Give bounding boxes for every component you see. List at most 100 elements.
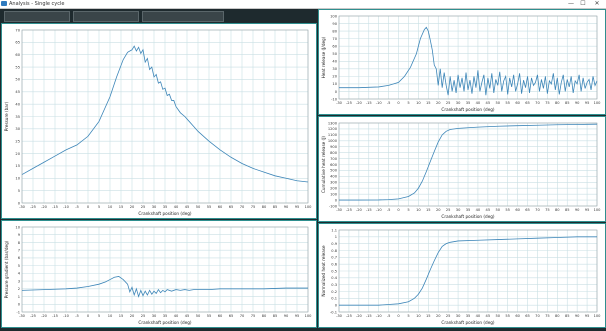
y-tick-label: 800 — [330, 151, 338, 155]
pressure-gradient-chart: -30 -25 -20 -15 -10 -5 0 5 10 15 20 25 30 35 40 45 50 55 6… — [4, 225, 312, 325]
x-tick-label: 5 — [407, 208, 409, 212]
x-tick-label: 100 — [305, 205, 313, 209]
x-tick-label: 45 — [486, 101, 491, 105]
x-tick-label: 65 — [229, 205, 234, 209]
x-tick-label: 90 — [575, 314, 580, 318]
x-tick-label: 55 — [207, 314, 212, 318]
x-tick-label: 50 — [196, 314, 201, 318]
normalized-heat-chart-panel: -30 -25 -20 -15 -10 -5 0 5 10 15 20 25 30 35 40 45 50 55 6… — [318, 223, 606, 328]
x-tick-label: 55 — [207, 205, 212, 209]
x-tick-label: 70 — [240, 205, 245, 209]
y-tick-label: 0.9 — [331, 242, 337, 246]
x-tick-label: 65 — [525, 314, 530, 318]
maximize-button[interactable]: ☐ — [578, 0, 588, 8]
pressure-gradient-chart-panel: -30 -25 -20 -15 -10 -5 0 5 10 15 20 25 30 35 40 45 50 55 6… — [1, 220, 317, 328]
pressure-chart-panel: -30 -25 -20 -15 -10 -5 0 5 10 15 20 25 30 35 40 45 50 55 6… — [1, 23, 317, 219]
normalized-heat-chart: -30 -25 -20 -15 -10 -5 0 5 10 15 20 25 30 35 40 45 50 55 6… — [321, 228, 601, 325]
x-tick-label: 75 — [251, 205, 256, 209]
x-tick-label: -5 — [75, 314, 79, 318]
x-tick-label: 45 — [486, 208, 491, 212]
x-tick-label: -15 — [52, 314, 58, 318]
y-tick-label: 0.3 — [331, 283, 337, 287]
y-axis-label: Heat release (J/deg) — [321, 36, 326, 78]
y-tick-label: 500 — [330, 169, 338, 173]
x-tick-label: -20 — [356, 101, 363, 105]
y-tick-label: 0.7 — [331, 256, 337, 260]
x-tick-label: 40 — [476, 314, 481, 318]
y-tick-label: 0.6 — [331, 262, 337, 266]
x-tick-label: 50 — [196, 205, 201, 209]
x-tick-label: 35 — [163, 314, 168, 318]
y-tick-label: 700 — [330, 157, 338, 161]
x-tick-label: 75 — [545, 101, 550, 105]
x-tick-label: -20 — [356, 314, 363, 318]
x-tick-label: 35 — [466, 101, 471, 105]
y-tick-label: 1000 — [328, 139, 338, 143]
x-tick-label: 45 — [185, 205, 190, 209]
x-tick-label: 15 — [426, 208, 431, 212]
x-tick-label: 95 — [295, 314, 300, 318]
y-tick-label: 4 — [18, 272, 21, 276]
x-tick-label: 30 — [456, 101, 461, 105]
y-tick-label: 0 — [18, 303, 21, 307]
x-tick-label: 5 — [407, 314, 409, 318]
x-tick-label: 45 — [486, 314, 491, 318]
x-axis-label: Crankshaft position (deg) — [138, 320, 192, 325]
x-tick-label: 35 — [466, 314, 471, 318]
y-tick-label: -0.1 — [330, 310, 337, 314]
x-tick-label: 55 — [505, 208, 510, 212]
y-tick-label: 300 — [330, 181, 338, 185]
title-bar: Analysis - Single cycle — ☐ ✕ — [0, 0, 606, 9]
x-tick-label: 45 — [185, 314, 190, 318]
x-tick-label: 65 — [525, 101, 530, 105]
x-tick-label: -5 — [387, 314, 391, 318]
y-tick-label: 0.1 — [331, 297, 337, 301]
toolbar-button-2[interactable] — [73, 11, 139, 22]
x-tick-label: 55 — [505, 314, 510, 318]
x-tick-label: -30 — [336, 314, 343, 318]
cumulative-heat-chart-panel: -30 -25 -20 -15 -10 -5 0 5 10 15 20 25 30 35 40 45 50 55 6… — [318, 116, 606, 222]
y-tick-label: 0.2 — [331, 290, 337, 294]
y-tick-label: 20 — [332, 75, 337, 79]
toolbar — [0, 9, 316, 23]
y-tick-label: 1.1 — [331, 228, 337, 232]
y-tick-label: 40 — [332, 60, 337, 64]
x-tick-label: 50 — [495, 208, 500, 212]
y-tick-label: 35 — [15, 115, 20, 119]
y-tick-label: 0.4 — [331, 276, 337, 280]
x-tick-label: 25 — [141, 314, 146, 318]
y-tick-label: 900 — [330, 145, 338, 149]
toolbar-button-1[interactable] — [4, 11, 70, 22]
y-tick-label: 8 — [18, 241, 21, 245]
x-tick-label: 80 — [555, 314, 560, 318]
x-tick-label: 40 — [174, 314, 179, 318]
x-tick-label: 15 — [426, 314, 431, 318]
x-tick-label: 80 — [262, 314, 267, 318]
x-tick-label: 90 — [575, 208, 580, 212]
toolbar-button-3[interactable] — [142, 11, 224, 22]
x-tick-label: 25 — [446, 314, 451, 318]
x-tick-label: 10 — [416, 101, 421, 105]
x-tick-label: 85 — [565, 208, 570, 212]
x-tick-label: 60 — [218, 314, 223, 318]
x-tick-label: 95 — [585, 101, 590, 105]
close-button[interactable]: ✕ — [592, 0, 602, 8]
x-tick-label: 10 — [108, 205, 113, 209]
x-tick-label: -10 — [63, 314, 70, 318]
minimize-button[interactable]: — — [566, 0, 576, 8]
y-tick-label: 45 — [15, 90, 20, 94]
y-tick-label: 2 — [18, 287, 20, 291]
x-axis-label: Crankshaft position (deg) — [138, 211, 192, 216]
x-tick-label: 100 — [594, 101, 602, 105]
x-tick-label: 60 — [515, 101, 520, 105]
x-tick-label: -15 — [52, 205, 58, 209]
y-tick-label: 15 — [15, 164, 20, 168]
y-tick-label: 30 — [15, 127, 20, 131]
x-tick-label: 70 — [535, 101, 540, 105]
x-tick-label: 50 — [495, 101, 500, 105]
x-tick-label: 25 — [446, 101, 451, 105]
x-tick-label: -30 — [336, 101, 343, 105]
x-tick-label: 20 — [436, 101, 441, 105]
x-tick-label: -30 — [336, 208, 343, 212]
x-tick-label: 0 — [397, 101, 400, 105]
